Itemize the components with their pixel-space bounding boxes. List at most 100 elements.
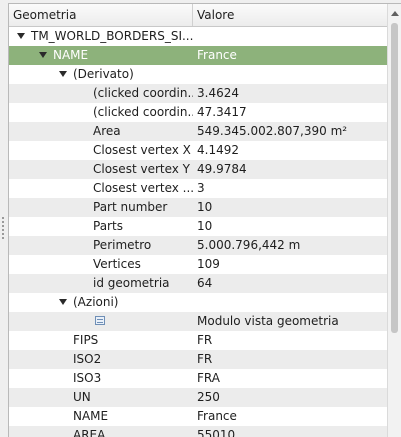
tree-row-value: 47.3417: [197, 105, 247, 119]
tree-row-value: 3.4624: [197, 86, 239, 100]
tree-row-name-cell: Closest vertex Y: [9, 160, 193, 179]
tree-row-label: (clicked coordin...: [93, 86, 193, 100]
tree-row-value: FR: [197, 333, 213, 347]
tree-row-name-cell: FIPS: [9, 331, 193, 350]
expand-arrow-icon[interactable]: [59, 299, 67, 305]
tree-row-label: (clicked coordin...: [93, 105, 193, 119]
tree-row-value: France: [197, 409, 237, 423]
tree-row-value: [197, 65, 383, 84]
tree-row-label: id geometria: [93, 276, 170, 290]
tree-row-value: FRA: [197, 371, 220, 385]
tree-row-value: 10: [197, 200, 213, 214]
tree-row-name-cell: (Azioni): [9, 293, 193, 312]
tree-row-value: 5.000.796,442 m: [197, 238, 301, 252]
tree-row-label: ISO3: [73, 371, 102, 385]
tree-row-value: [197, 27, 383, 46]
tree-row[interactable]: TM_WORLD_BORDERS_SI...: [9, 27, 387, 46]
tree-row-name-cell: Area: [9, 122, 193, 141]
tree-row[interactable]: Area 549.345.002.807,390 m²: [9, 122, 387, 141]
tree-row-name-cell: AREA: [9, 426, 193, 437]
tree-row-name-cell: (Derivato): [9, 65, 193, 84]
tree-row-name-cell: Vertices: [9, 255, 193, 274]
tree-header: Geometria Valore: [9, 4, 387, 27]
panel-splitter-handle[interactable]: [2, 217, 4, 241]
tree-row-name-cell: (clicked coordin...: [9, 84, 193, 103]
tree-row-name-cell: Perimetro: [9, 236, 193, 255]
tree-row-label: (Azioni): [73, 295, 119, 309]
tree-row-value: 549.345.002.807,390 m²: [197, 124, 348, 138]
tree-row-name-cell: Closest vertex X: [9, 141, 193, 160]
form-view-icon[interactable]: [95, 316, 105, 325]
tree-rows: TM_WORLD_BORDERS_SI... NAME France (Derivat…: [9, 27, 387, 437]
tree-row-value: France: [197, 48, 237, 62]
tree-row[interactable]: Closest vertex ... 3: [9, 179, 387, 198]
tree-row[interactable]: (clicked coordin... 3.4624: [9, 84, 387, 103]
tree-row-name-cell: TM_WORLD_BORDERS_SI...: [9, 27, 193, 46]
tree-row[interactable]: Part number 10: [9, 198, 387, 217]
tree-row-label: Area: [93, 124, 121, 138]
tree-row-label: NAME: [73, 409, 109, 423]
identify-results-tree[interactable]: Geometria Valore TM_WORLD_BORDERS_SI... N…: [8, 3, 401, 437]
tree-row[interactable]: Modulo vista geometria: [9, 312, 387, 331]
tree-row-name-cell: [9, 312, 193, 331]
tree-row-value: 109: [197, 257, 220, 271]
tree-row-name-cell: (clicked coordin...: [9, 103, 193, 122]
tree-row-label: Parts: [93, 219, 123, 233]
tree-row[interactable]: NAME France: [9, 407, 387, 426]
scrollbar-thumb[interactable]: [391, 23, 398, 333]
tree-row-name-cell: NAME: [9, 407, 193, 426]
tree-row-label: (Derivato): [73, 67, 134, 81]
tree-row[interactable]: ISO2 FR: [9, 350, 387, 369]
tree-row-value: 55010: [197, 428, 236, 437]
column-header-valore[interactable]: Valore: [193, 4, 387, 26]
tree-row-label: UN: [73, 390, 91, 404]
tree-row-label: TM_WORLD_BORDERS_SI...: [31, 29, 193, 43]
tree-row[interactable]: UN 250: [9, 388, 387, 407]
tree-row-label: Closest vertex ...: [93, 181, 193, 195]
tree-row-name-cell: Parts: [9, 217, 193, 236]
tree-row-label: Closest vertex X: [93, 143, 191, 157]
tree-row-name-cell: ISO2: [9, 350, 193, 369]
tree-row[interactable]: (Derivato): [9, 65, 387, 84]
tree-row[interactable]: NAME France: [9, 46, 387, 65]
tree-row-value: 64: [197, 276, 213, 290]
tree-row-label: NAME: [53, 48, 89, 62]
tree-row-value: FR: [197, 352, 213, 366]
tree-row-label: ISO2: [73, 352, 102, 366]
tree-row-value: [197, 293, 383, 312]
expand-arrow-icon[interactable]: [39, 52, 47, 58]
tree-row[interactable]: Closest vertex X 4.1492: [9, 141, 387, 160]
tree-row-name-cell: id geometria: [9, 274, 193, 293]
tree-row-value: 250: [197, 390, 220, 404]
tree-row-value: Modulo vista geometria: [197, 314, 339, 328]
tree-row[interactable]: Vertices 109: [9, 255, 387, 274]
tree-row-name-cell: Part number: [9, 198, 193, 217]
tree-row-name-cell: UN: [9, 388, 193, 407]
tree-row-label: FIPS: [73, 333, 99, 347]
tree-row-name-cell: ISO3: [9, 369, 193, 388]
vertical-scrollbar[interactable]: [387, 4, 401, 437]
tree-row-value: 4.1492: [197, 143, 239, 157]
tree-row[interactable]: (Azioni): [9, 293, 387, 312]
expand-arrow-icon[interactable]: [17, 33, 25, 39]
tree-row-name-cell: Closest vertex ...: [9, 179, 193, 198]
tree-row[interactable]: FIPS FR: [9, 331, 387, 350]
tree-row[interactable]: Perimetro 5.000.796,442 m: [9, 236, 387, 255]
tree-row-label: Vertices: [93, 257, 141, 271]
tree-row[interactable]: (clicked coordin... 47.3417: [9, 103, 387, 122]
tree-row-value: 10: [197, 219, 213, 233]
tree-row[interactable]: id geometria 64: [9, 274, 387, 293]
tree-row-label: Part number: [93, 200, 168, 214]
expand-arrow-icon[interactable]: [59, 71, 67, 77]
column-header-geometria[interactable]: Geometria: [9, 4, 193, 26]
tree-row-label: AREA: [73, 428, 106, 437]
tree-row-name-cell: NAME: [9, 46, 193, 65]
tree-row[interactable]: Parts 10: [9, 217, 387, 236]
tree-row[interactable]: Closest vertex Y 49.9784: [9, 160, 387, 179]
tree-row-label: Closest vertex Y: [93, 162, 191, 176]
tree-row[interactable]: ISO3 FRA: [9, 369, 387, 388]
tree-row[interactable]: AREA 55010: [9, 426, 387, 437]
tree-row-value: 49.9784: [197, 162, 247, 176]
tree-row-label: Perimetro: [93, 238, 152, 252]
scroll-up-arrow-icon[interactable]: [391, 11, 399, 16]
